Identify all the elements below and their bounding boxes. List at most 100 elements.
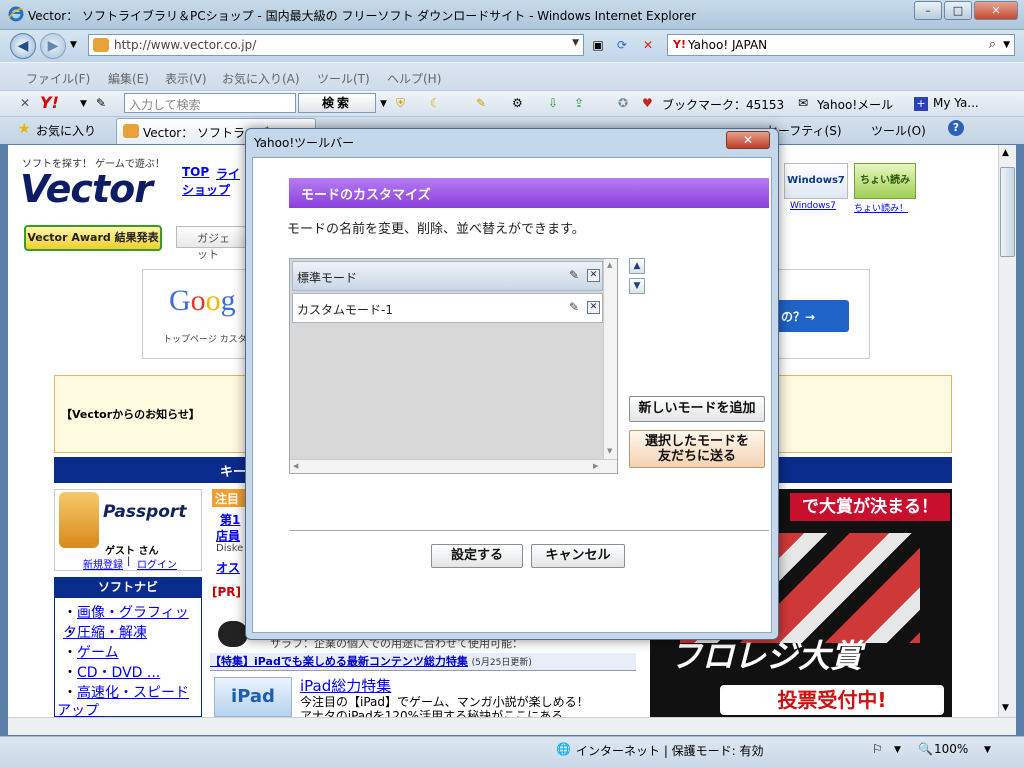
moon-icon[interactable]: ☾: [430, 96, 441, 110]
menu-favorites[interactable]: お気に入り(A): [222, 70, 300, 87]
chotto-link[interactable]: ちょい読み！: [854, 201, 908, 214]
highlighter-icon[interactable]: ✎: [476, 96, 486, 110]
move-down-button[interactable]: ▼: [629, 278, 645, 294]
zoom-dropdown-icon[interactable]: ▼: [984, 745, 991, 755]
rename-pencil-icon[interactable]: ✎: [569, 300, 579, 314]
scroll-thumb[interactable]: [1000, 167, 1015, 257]
section-header: モードのカスタマイズ: [289, 178, 769, 208]
protected-dropdown-icon[interactable]: ▼: [894, 745, 901, 755]
search-provider-label: Yahoo! JAPAN: [688, 38, 768, 52]
keyword-bar-label: キー: [220, 465, 247, 480]
address-dropdown-icon[interactable]: ▼: [572, 38, 579, 48]
section-description: モードの名前を変更、削除、並べ替えができます。: [287, 222, 585, 237]
pencil-icon[interactable]: ✎: [96, 96, 106, 110]
favorites-star-icon[interactable]: ★: [18, 121, 31, 137]
favorites-button[interactable]: お気に入り: [36, 122, 96, 139]
forward-button[interactable]: ▶: [40, 33, 66, 59]
bookmark-icon[interactable]: ♥: [642, 96, 653, 110]
download-icon[interactable]: ⇩: [548, 96, 558, 110]
chumoku-item-2[interactable]: 店員: [216, 527, 240, 544]
chotto-banner[interactable]: ちょい読み: [854, 163, 916, 199]
tools-menu[interactable]: ツール(O): [871, 122, 926, 139]
star-icon[interactable]: ✪: [618, 96, 628, 110]
search-box[interactable]: Y! Yahoo! JAPAN ⌕ ▼: [667, 34, 1015, 56]
share-mode-button[interactable]: 選択したモードを 友だちに送る: [629, 430, 765, 468]
rename-pencil-icon[interactable]: ✎: [569, 268, 579, 282]
mode-list[interactable]: 標準モード ✎ ✕ カスタムモード-1 ✎ ✕ ▲ ▼ ◀ ▶: [289, 258, 618, 474]
ad-mascot-icon: [218, 621, 248, 647]
softnavi-item[interactable]: ・ゲーム: [63, 642, 119, 662]
chumoku-item-4[interactable]: オス: [216, 559, 240, 576]
menu-view[interactable]: 表示(V): [165, 70, 207, 87]
mode-row-standard[interactable]: 標準モード ✎ ✕: [292, 261, 603, 291]
list-scroll-down-icon[interactable]: ▼: [607, 447, 612, 455]
list-vertical-scrollbar[interactable]: ▲ ▼: [603, 259, 617, 459]
dialog-close-button[interactable]: ✕: [726, 131, 770, 149]
ipad-desc-2: アナタのiPadを120%活用する秘訣がここにある: [300, 709, 564, 717]
bookmarks-button[interactable]: ブックマーク：45153: [662, 96, 784, 113]
vector-award-button[interactable]: Vector Award 結果発表: [24, 225, 162, 251]
login-link[interactable]: ログイン: [137, 556, 177, 571]
google-ad-button[interactable]: の？→: [771, 300, 849, 332]
help-icon[interactable]: ?: [948, 120, 964, 136]
windows7-link[interactable]: Windows7: [790, 201, 836, 211]
nav-library-link[interactable]: ライ: [216, 165, 240, 182]
delete-x-icon[interactable]: ✕: [587, 301, 600, 314]
menu-help[interactable]: ヘルプ(H): [387, 70, 441, 87]
menu-tools[interactable]: ツール(T): [317, 70, 370, 87]
softnavi-item[interactable]: ・圧縮・解凍: [63, 622, 147, 642]
gadget-tab[interactable]: ガジェット: [176, 226, 256, 261]
shield-icon[interactable]: ⛨: [396, 96, 405, 111]
address-bar[interactable]: http://www.vector.co.jp/ ▼: [88, 34, 584, 56]
register-link[interactable]: 新規登録: [83, 556, 123, 571]
chumoku-item-1[interactable]: 第1: [220, 511, 240, 528]
yahoo-search-input[interactable]: 入力して検索: [124, 93, 296, 113]
yahoo-mail-button[interactable]: Yahoo!メール: [817, 96, 893, 113]
windows7-banner[interactable]: Windows7: [784, 163, 848, 199]
minimize-button[interactable]: –: [914, 1, 942, 20]
menu-edit[interactable]: 編集(E): [108, 70, 149, 87]
softnavi-item[interactable]: ・高速化・スピード: [63, 682, 189, 702]
vector-logo[interactable]: Vector: [20, 167, 153, 211]
move-up-button[interactable]: ▲: [629, 258, 645, 274]
yahoo-logo-icon[interactable]: Y!: [40, 93, 59, 112]
stop-icon[interactable]: ✕: [638, 36, 658, 54]
cancel-button[interactable]: キャンセル: [531, 544, 625, 568]
yahoo-menu-dropdown-icon[interactable]: ▼: [80, 99, 87, 109]
ipad-banner[interactable]: iPad: [214, 677, 292, 717]
ok-button[interactable]: 設定する: [431, 544, 523, 568]
refresh-icon[interactable]: ⟳: [612, 36, 632, 54]
share-icon[interactable]: ⇪: [574, 96, 584, 110]
menu-file[interactable]: ファイル(F): [26, 70, 90, 87]
maximize-button[interactable]: □: [944, 1, 972, 20]
compatibility-icon[interactable]: ▣: [588, 36, 608, 54]
history-dropdown-icon[interactable]: ▼: [70, 40, 77, 50]
toolbar-close-icon[interactable]: ✕: [20, 96, 30, 110]
nav-top-link[interactable]: TOP: [182, 165, 209, 179]
softnavi-item[interactable]: ・CD・DVD ...: [63, 662, 160, 682]
list-scroll-left-icon[interactable]: ◀: [293, 462, 298, 470]
back-button[interactable]: ◀: [10, 33, 36, 59]
delete-x-icon[interactable]: ✕: [587, 269, 600, 282]
feature-link[interactable]: 【特集】iPadでも楽しめる最新コンテンツ総力特集: [210, 655, 468, 668]
search-icon[interactable]: ⌕: [989, 37, 996, 52]
scroll-down-icon[interactable]: ▼: [1002, 703, 1009, 713]
add-mode-button[interactable]: 新しいモードを追加: [629, 396, 765, 422]
myyahoo-button[interactable]: My Ya...: [933, 96, 979, 110]
mode-row-custom[interactable]: カスタムモード-1 ✎ ✕: [292, 293, 603, 323]
list-horizontal-scrollbar[interactable]: ◀ ▶: [290, 459, 617, 473]
close-button[interactable]: ✕: [974, 1, 1018, 20]
vertical-scrollbar[interactable]: ▲ ▼: [998, 145, 1016, 717]
scroll-up-icon[interactable]: ▲: [1002, 148, 1009, 158]
horizontal-scrollbar[interactable]: [8, 717, 1016, 735]
tools-icon[interactable]: ⚙: [512, 96, 523, 110]
softnavi-item-label[interactable]: アップ: [57, 700, 99, 717]
yahoo-search-button[interactable]: 検索: [298, 93, 376, 113]
search-dropdown-icon[interactable]: ▼: [1003, 40, 1010, 50]
list-scroll-up-icon[interactable]: ▲: [607, 261, 612, 269]
search-options-dropdown-icon[interactable]: ▼: [380, 99, 387, 109]
zoom-level[interactable]: 100%: [934, 742, 968, 756]
protected-mode-icon[interactable]: ⚐: [872, 742, 883, 756]
list-scroll-right-icon[interactable]: ▶: [593, 462, 598, 470]
nav-shop-link[interactable]: ショップ: [182, 181, 230, 198]
